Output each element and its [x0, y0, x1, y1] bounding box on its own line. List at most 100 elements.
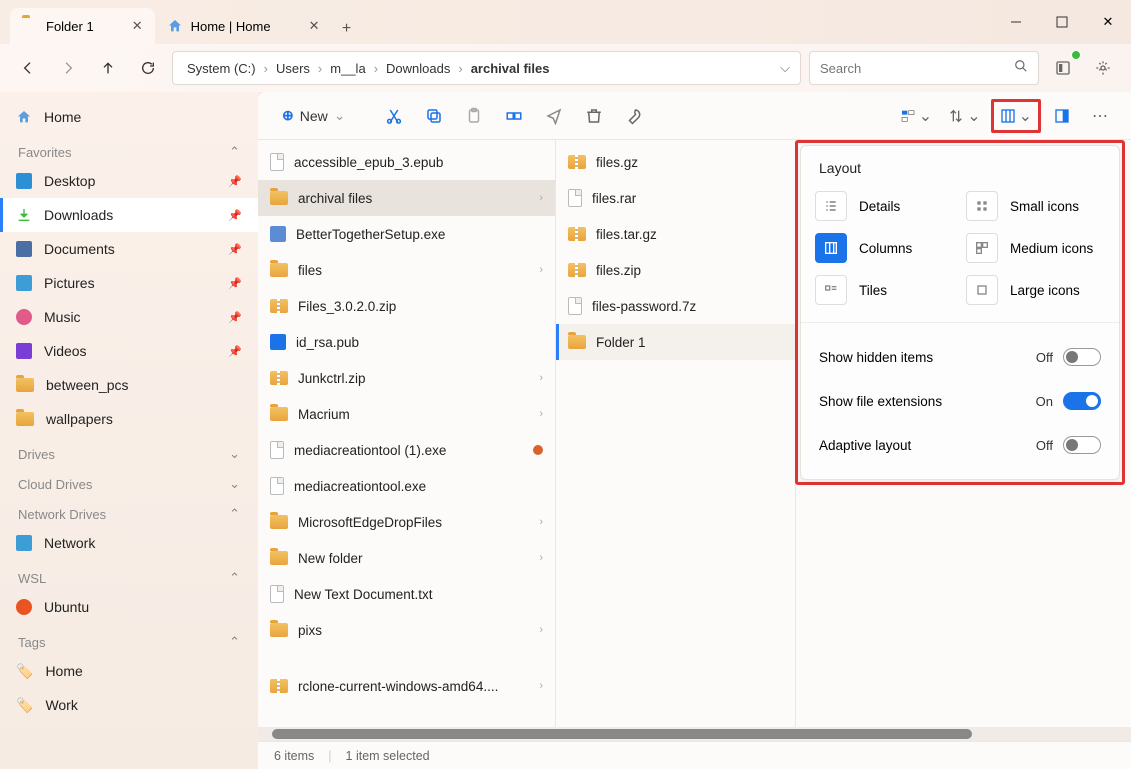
maximize-button[interactable] — [1039, 0, 1085, 44]
pin-icon[interactable]: 📌 — [228, 175, 242, 188]
tab-folder1[interactable]: Folder 1 ✕ — [10, 8, 155, 44]
columns-icon — [815, 233, 847, 263]
list-item[interactable]: New Text Document.txt — [258, 576, 555, 612]
paste-button[interactable] — [457, 99, 491, 133]
sidebar-item-betweenpcs[interactable]: between_pcs — [0, 368, 258, 402]
sidebar-item-pictures[interactable]: Pictures📌 — [0, 266, 258, 300]
breadcrumb-seg[interactable]: Downloads — [382, 61, 454, 76]
list-item[interactable]: Files_3.0.2.0.zip — [258, 288, 555, 324]
list-item[interactable]: mediacreationtool.exe — [258, 468, 555, 504]
search-icon — [1014, 59, 1028, 78]
videos-icon — [16, 343, 32, 359]
close-button[interactable]: ✕ — [1085, 0, 1131, 44]
delete-button[interactable] — [577, 99, 611, 133]
rename-button[interactable] — [497, 99, 531, 133]
list-item[interactable]: files.rar — [556, 180, 795, 216]
pin-icon[interactable]: 📌 — [228, 243, 242, 256]
share-button[interactable] — [537, 99, 571, 133]
tags-header[interactable]: Tags⌃ — [0, 624, 258, 654]
refresh-button[interactable] — [132, 52, 164, 84]
list-item[interactable]: mediacreationtool (1).exe — [258, 432, 555, 468]
copy-button[interactable] — [417, 99, 451, 133]
chevron-down-icon[interactable]: ⌵ — [780, 60, 790, 76]
sidebar-item-wallpapers[interactable]: wallpapers — [0, 402, 258, 436]
list-item[interactable]: pixs› — [258, 612, 555, 648]
list-item[interactable]: Folder 1 — [556, 324, 795, 360]
preview-button[interactable] — [1045, 99, 1079, 133]
up-button[interactable] — [92, 52, 124, 84]
network-header[interactable]: Network Drives⌃ — [0, 496, 258, 526]
forward-button[interactable] — [52, 52, 84, 84]
sidebar-item-desktop[interactable]: Desktop📌 — [0, 164, 258, 198]
sidebar-tag-work[interactable]: 🏷️Work — [0, 688, 258, 722]
search-field[interactable] — [820, 61, 990, 76]
toggle-switch[interactable] — [1063, 392, 1101, 410]
close-icon[interactable]: ✕ — [309, 18, 320, 34]
new-button[interactable]: ⊕New⌄ — [272, 99, 355, 133]
cloud-header[interactable]: Cloud Drives⌄ — [0, 466, 258, 496]
list-item[interactable]: archival files› — [258, 180, 555, 216]
layout-opt-small[interactable]: Small icons — [966, 186, 1105, 226]
layout-opt-medium[interactable]: Medium icons — [966, 228, 1105, 268]
breadcrumb-seg[interactable]: System (C:) — [183, 61, 260, 76]
pin-icon[interactable]: 📌 — [228, 209, 242, 222]
settings-button[interactable] — [1087, 52, 1119, 84]
sort-button[interactable]: ⌄ — [894, 99, 938, 133]
more-button[interactable]: ⋯ — [1083, 99, 1117, 133]
properties-button[interactable] — [617, 99, 651, 133]
breadcrumb-seg[interactable]: Users — [272, 61, 314, 76]
list-item[interactable]: files.tar.gz — [556, 216, 795, 252]
list-item[interactable]: Macrium› — [258, 396, 555, 432]
list-item[interactable]: accessible_epub_3.epub — [258, 144, 555, 180]
sidebar-home[interactable]: Home — [0, 100, 258, 134]
close-icon[interactable]: ✕ — [132, 18, 143, 34]
zip-icon — [568, 155, 586, 169]
list-item[interactable]: BetterTogetherSetup.exe — [258, 216, 555, 252]
layout-opt-details[interactable]: Details — [815, 186, 954, 226]
pin-icon[interactable]: 📌 — [228, 311, 242, 324]
layout-opt-columns[interactable]: Columns — [815, 228, 954, 268]
pin-icon[interactable]: 📌 — [228, 345, 242, 358]
toggle-switch[interactable] — [1063, 348, 1101, 366]
sidebar-tag-home[interactable]: 🏷️Home — [0, 654, 258, 688]
tab-home[interactable]: Home | Home ✕ — [155, 8, 332, 44]
pin-icon[interactable]: 📌 — [228, 277, 242, 290]
list-item[interactable]: Junkctrl.zip› — [258, 360, 555, 396]
layout-opt-tiles[interactable]: Tiles — [815, 270, 954, 310]
sidebar-item-documents[interactable]: Documents📌 — [0, 232, 258, 266]
chevron-right-icon: › — [539, 680, 543, 692]
wsl-header[interactable]: WSL⌃ — [0, 560, 258, 590]
cut-button[interactable] — [377, 99, 411, 133]
favorites-header[interactable]: Favorites⌃ — [0, 134, 258, 164]
horizontal-scrollbar[interactable] — [258, 727, 1131, 741]
toggle-switch[interactable] — [1063, 436, 1101, 454]
minimize-button[interactable] — [993, 0, 1039, 44]
list-item[interactable]: New folder› — [258, 540, 555, 576]
list-item[interactable]: files.gz — [556, 144, 795, 180]
sidebar-item-videos[interactable]: Videos📌 — [0, 334, 258, 368]
sidebar-item-music[interactable]: Music📌 — [0, 300, 258, 334]
breadcrumb-seg[interactable]: m__la — [326, 61, 369, 76]
back-button[interactable] — [12, 52, 44, 84]
list-item[interactable]: MicrosoftEdgeDropFiles› — [258, 504, 555, 540]
list-item[interactable]: files-password.7z — [556, 288, 795, 324]
status-icon[interactable] — [1047, 52, 1079, 84]
group-button[interactable]: ⌄ — [942, 99, 986, 133]
drives-header[interactable]: Drives⌄ — [0, 436, 258, 466]
item-label: New Text Document.txt — [294, 587, 433, 602]
list-item[interactable]: files› — [258, 252, 555, 288]
address-bar[interactable]: System (C:)› Users› m__la› Downloads› ar… — [172, 51, 801, 85]
breadcrumb-seg[interactable]: archival files — [467, 61, 554, 76]
tag-icon: 🏷️ — [16, 663, 33, 680]
list-item[interactable]: rclone-current-windows-amd64....› — [258, 668, 555, 704]
list-item[interactable]: files.zip — [556, 252, 795, 288]
layout-opt-large[interactable]: Large icons — [966, 270, 1105, 310]
item-label: mediacreationtool.exe — [294, 479, 426, 494]
sidebar-item-downloads[interactable]: Downloads📌 — [0, 198, 258, 232]
layout-button[interactable]: ⌄ — [991, 99, 1041, 133]
search-input[interactable] — [809, 51, 1039, 85]
new-tab-button[interactable]: + — [331, 14, 361, 44]
list-item[interactable]: id_rsa.pub — [258, 324, 555, 360]
sidebar-item-ubuntu[interactable]: Ubuntu — [0, 590, 258, 624]
sidebar-item-network[interactable]: Network — [0, 526, 258, 560]
